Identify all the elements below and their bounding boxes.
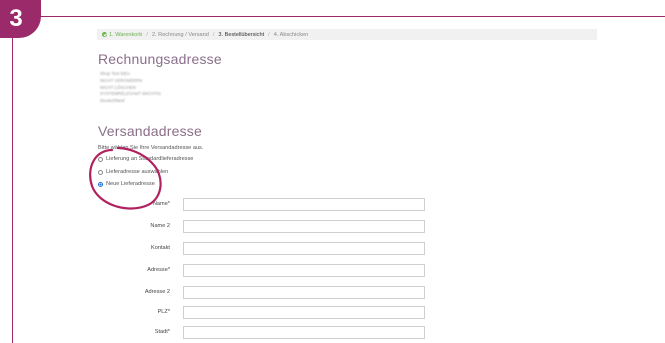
step-number-badge: 3 (0, 0, 41, 38)
option-label: Neue Lieferadresse (106, 181, 155, 187)
field-label: Adresse* (147, 267, 170, 273)
form-row-city: Stadt* (110, 325, 426, 339)
address-input[interactable] (183, 263, 425, 277)
address-line: NICHT LÖSCHEN (100, 84, 136, 90)
form-row-zip: PLZ* (110, 305, 426, 319)
radio-new-address[interactable] (98, 181, 103, 187)
form-row-address2: Adresse 2 (110, 285, 426, 299)
option-default-address[interactable]: Lieferung an Standardlieferadresse (98, 156, 193, 162)
name-input[interactable] (183, 197, 425, 211)
check-icon (102, 32, 107, 37)
address2-input[interactable] (183, 285, 425, 299)
city-input[interactable] (183, 325, 425, 339)
breadcrumb-step-overview: 3. Bestellübersicht (218, 31, 265, 38)
field-label: Kontakt (151, 245, 170, 251)
option-label: Lieferadresse auswählen (106, 169, 169, 175)
frame-top-line (40, 16, 665, 17)
radio-select-address[interactable] (98, 169, 103, 175)
field-label: Stadt* (154, 329, 170, 335)
billing-address-title: Rechnungsadresse (98, 51, 222, 67)
option-label: Lieferung an Standardlieferadresse (106, 156, 194, 162)
field-label: Name* (152, 201, 170, 207)
breadcrumb-step-cart[interactable]: 1. Warenkorb (109, 32, 142, 38)
billing-address-block: Shop Test DEU NICHT VERÄNDERN NICHT LÖSC… (100, 71, 161, 105)
option-new-address[interactable]: Neue Lieferadresse (98, 181, 155, 187)
address-line: Shop Test DEU (100, 71, 130, 76)
breadcrumb-separator: / (212, 31, 215, 38)
radio-default-address[interactable] (98, 156, 103, 162)
shipping-address-title: Versandadresse (98, 123, 202, 139)
breadcrumb-separator: / (268, 31, 270, 38)
shipping-instruction: Bitte wählen Sie Ihre Versandadresse aus… (98, 145, 204, 151)
form-row-name: Name* (110, 197, 426, 211)
frame-left-line (12, 30, 13, 343)
breadcrumb-step-billing[interactable]: 2. Rechnung / Versand (152, 32, 209, 38)
form-row-name2: Name 2 (110, 219, 426, 233)
name2-input[interactable] (183, 219, 425, 233)
breadcrumb-step-submit: 4. Abschicken (273, 31, 309, 38)
form-row-contact: Kontakt (110, 241, 426, 255)
field-label: PLZ* (157, 309, 170, 315)
field-label: Adresse 2 (144, 289, 170, 295)
breadcrumb-separator: / (146, 31, 148, 38)
form-row-address: Adresse* (110, 263, 426, 277)
contact-input[interactable] (183, 241, 425, 255)
option-select-address[interactable]: Lieferadresse auswählen (98, 169, 168, 175)
address-line: Deutschland (100, 98, 125, 104)
address-line: SYSTEMRELEVANT WICHTIG (100, 91, 162, 97)
zip-input[interactable] (183, 305, 425, 319)
field-label: Name 2 (150, 223, 170, 229)
checkout-breadcrumb: 1. Warenkorb / 2. Rechnung / Versand / 3… (97, 29, 597, 40)
address-line: NICHT VERÄNDERN (100, 77, 143, 83)
